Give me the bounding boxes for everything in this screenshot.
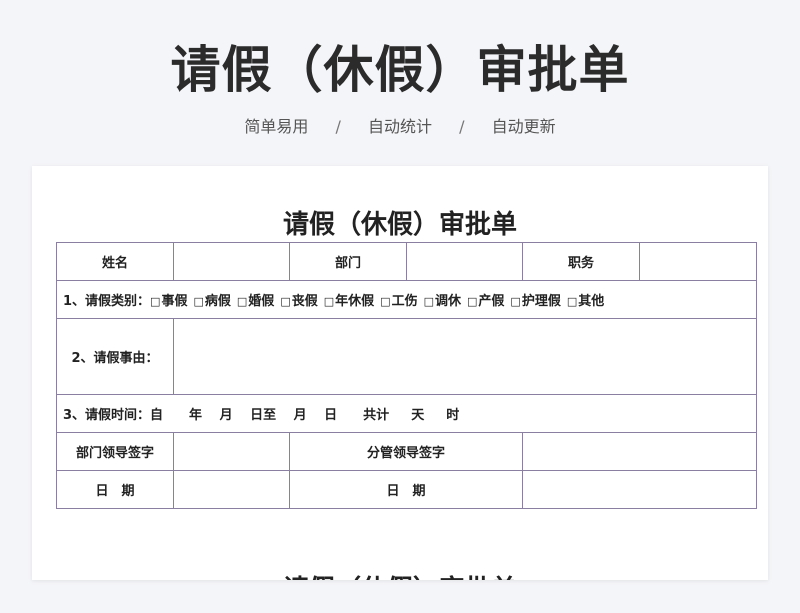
reason-label: 2、请假事由： xyxy=(56,318,174,395)
checkbox-icon[interactable]: □ xyxy=(280,295,290,308)
name-field[interactable] xyxy=(173,242,290,281)
leave-type-option-label: 丧假 xyxy=(291,294,318,309)
reason-field[interactable] xyxy=(173,318,757,395)
supervisor-sign-field[interactable] xyxy=(522,432,757,471)
leave-type-option[interactable]: □事假 xyxy=(150,290,187,309)
position-label: 职务 xyxy=(522,242,640,281)
leave-type-option[interactable]: □病假 xyxy=(193,290,230,309)
leave-type-row: 1、请假类别：□事假 □病假 □婚假 □丧假 □年休假 □工伤 □调休 □产假 □护理假 □其他 xyxy=(56,280,757,319)
dept-leader-sign-label: 部门领导签字 xyxy=(56,432,174,471)
leave-type-option-label: 事假 xyxy=(161,294,188,309)
supervisor-date-field[interactable] xyxy=(522,470,757,509)
dept-leader-sign-field[interactable] xyxy=(173,432,290,471)
leave-type-option[interactable]: □婚假 xyxy=(237,290,274,309)
leave-type-option-label: 年休假 xyxy=(335,294,375,309)
leave-time-text: 自 年 月 日至 月 日 共计 天 时 xyxy=(150,408,460,423)
page-title: 请假（休假）审批单 xyxy=(170,41,630,99)
leave-type-option[interactable]: □调休 xyxy=(424,290,461,309)
form-title: 请假（休假）审批单 xyxy=(282,210,517,240)
tagline-2: 自动统计 xyxy=(367,117,432,136)
leave-type-option[interactable]: □其他 xyxy=(567,290,604,309)
leave-type-label: 1、请假类别： xyxy=(63,294,151,309)
checkbox-icon[interactable]: □ xyxy=(324,295,334,308)
checkbox-icon[interactable]: □ xyxy=(150,295,160,308)
checkbox-icon[interactable]: □ xyxy=(424,295,434,308)
leave-type-option-label: 调休 xyxy=(434,294,461,309)
leave-type-option[interactable]: □护理假 xyxy=(510,290,560,309)
checkbox-icon[interactable]: □ xyxy=(510,295,520,308)
leave-type-option-label: 病假 xyxy=(204,294,231,309)
tagline-separator: / xyxy=(459,117,465,136)
leave-type-option[interactable]: □工伤 xyxy=(380,290,417,309)
leave-time-row: 3、请假时间：自 年 月 日至 月 日 共计 天 时 xyxy=(56,394,757,433)
tagline-3: 自动更新 xyxy=(491,117,556,136)
tagline-row: 简单易用 / 自动统计 / 自动更新 xyxy=(0,113,800,137)
leave-type-option[interactable]: □丧假 xyxy=(280,290,317,309)
checkbox-icon[interactable]: □ xyxy=(467,295,477,308)
dept-leader-date-label: 日 期 xyxy=(56,470,174,509)
tagline-separator: / xyxy=(335,117,341,136)
leave-time-label: 3、请假时间： xyxy=(63,408,151,423)
department-label: 部门 xyxy=(289,242,407,281)
checkbox-icon[interactable]: □ xyxy=(567,295,577,308)
checkbox-icon[interactable]: □ xyxy=(380,295,390,308)
name-label: 姓名 xyxy=(56,242,174,281)
leave-type-option-label: 产假 xyxy=(478,294,505,309)
leave-type-option[interactable]: □产假 xyxy=(467,290,504,309)
leave-type-option-label: 婚假 xyxy=(248,294,275,309)
supervisor-date-label: 日 期 xyxy=(289,470,523,509)
form-preview-card: 请假（休假）审批单 姓名 部门 职务 1、请假类别：□事假 □病假 □婚假 □丧假 □年… xyxy=(32,166,768,580)
dept-leader-date-field[interactable] xyxy=(173,470,290,509)
leave-type-option[interactable]: □年休假 xyxy=(324,290,374,309)
position-field[interactable] xyxy=(639,242,757,281)
supervisor-sign-label: 分管领导签字 xyxy=(289,432,523,471)
checkbox-icon[interactable]: □ xyxy=(237,295,247,308)
department-field[interactable] xyxy=(406,242,523,281)
leave-type-option-label: 护理假 xyxy=(521,294,561,309)
leave-type-option-label: 其他 xyxy=(578,294,605,309)
leave-type-options: □事假 □病假 □婚假 □丧假 □年休假 □工伤 □调休 □产假 □护理假 □其他 xyxy=(150,294,610,309)
leave-type-option-label: 工伤 xyxy=(391,294,418,309)
leave-approval-table: 姓名 部门 职务 1、请假类别：□事假 □病假 □婚假 □丧假 □年休假 □工伤 □调休 □产… xyxy=(56,242,757,509)
tagline-1: 简单易用 xyxy=(244,117,309,136)
next-form-title: 请假（休假）审批单 xyxy=(32,569,768,580)
checkbox-icon[interactable]: □ xyxy=(193,295,203,308)
